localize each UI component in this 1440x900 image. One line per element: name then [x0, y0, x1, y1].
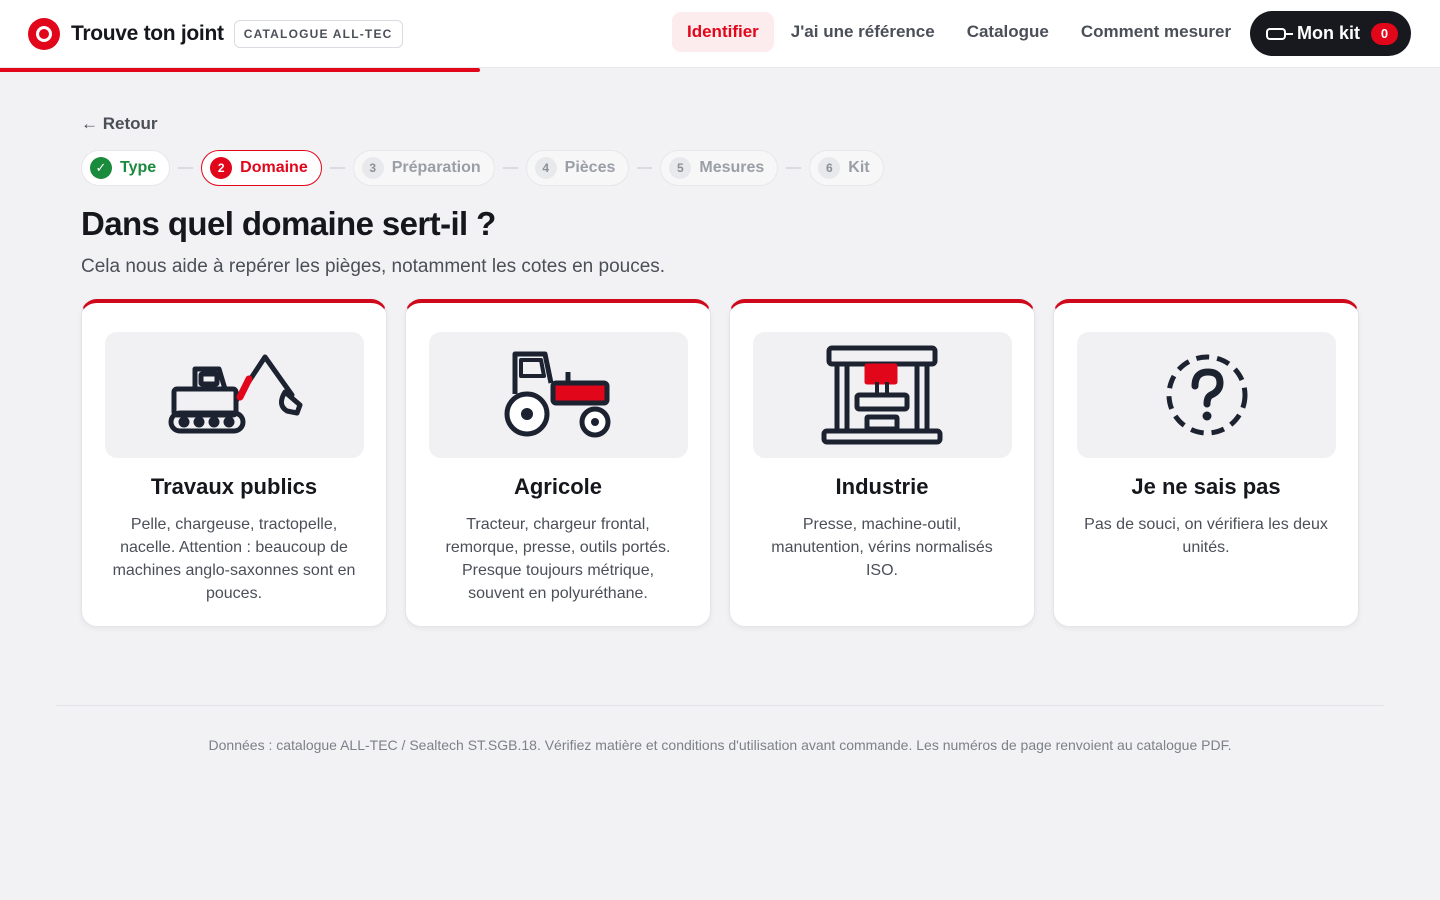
step-label: Kit	[848, 159, 870, 176]
card-industrie[interactable]: Industrie Presse, machine-outil, manuten…	[729, 299, 1035, 627]
top-bar: Trouve ton joint CATALOGUE ALL-TEC Ident…	[0, 0, 1440, 68]
card-agricole[interactable]: Agricole Tracteur, chargeur frontal, rem…	[405, 299, 711, 627]
step-preparation[interactable]: 3 Préparation	[352, 150, 495, 186]
press-icon	[821, 345, 942, 445]
card-title: Je ne sais pas	[1131, 474, 1281, 499]
footer-note: Données : catalogue ALL-TEC / Sealtech S…	[208, 737, 1232, 753]
card-title: Agricole	[513, 474, 603, 499]
step-mesures[interactable]: 5 Mesures	[660, 150, 779, 186]
step-number: 5	[669, 157, 692, 179]
nav-comment-mesurer[interactable]: Comment mesurer	[1066, 12, 1246, 52]
card-description: Pelle, chargeuse, tractopelle, nacelle. …	[112, 516, 356, 602]
question-icon	[1166, 354, 1247, 436]
excavator-icon	[168, 354, 302, 434]
card-description: Presse, machine-outil, manutention, véri…	[771, 516, 993, 579]
card-description: Tracteur, chargeur frontal, remorque, pr…	[445, 516, 671, 602]
step-label: Préparation	[391, 159, 481, 176]
brand[interactable]: Trouve ton joint CATALOGUE ALL-TEC	[28, 17, 403, 51]
seal-logo-icon	[28, 18, 60, 50]
step-label: Mesures	[699, 159, 765, 176]
card-description: Pas de souci, on vérifiera les deux unit…	[1084, 516, 1328, 556]
step-separator	[502, 167, 518, 169]
card-figure	[753, 332, 1012, 458]
tractor-icon	[504, 351, 610, 438]
page-subtitle: Cela nous aide à repérer les pièges, not…	[81, 256, 666, 277]
step-type[interactable]: ✓ Type	[81, 150, 171, 186]
wizard-progress-bar	[0, 68, 480, 72]
step-label: Pièces	[564, 159, 616, 176]
step-label: Domaine	[240, 159, 308, 176]
nav-reference[interactable]: J'ai une référence	[776, 12, 950, 52]
domain-cards: Travaux publics Pelle, chargeuse, tracto…	[81, 299, 1377, 627]
seal-icon	[1266, 27, 1293, 40]
brand-title: Trouve ton joint	[71, 22, 224, 45]
card-je-ne-sais-pas[interactable]: Je ne sais pas Pas de souci, on vérifier…	[1053, 299, 1359, 627]
check-icon: ✓	[90, 157, 112, 179]
mon-kit-button[interactable]: Mon kit 0	[1250, 11, 1411, 56]
card-figure	[105, 332, 364, 458]
kit-count-badge: 0	[1371, 22, 1398, 45]
footer-divider	[56, 705, 1384, 706]
step-number: 2	[210, 157, 233, 179]
step-separator	[786, 167, 802, 169]
page-title: Dans quel domaine sert-il ?	[81, 205, 496, 242]
catalogue-badge: CATALOGUE ALL-TEC	[233, 20, 403, 48]
card-title: Industrie	[835, 474, 929, 499]
mon-kit-label: Mon kit	[1297, 23, 1360, 43]
step-kit[interactable]: 6 Kit	[809, 150, 884, 186]
step-pieces[interactable]: 4 Pièces	[525, 150, 630, 186]
step-separator	[329, 167, 345, 169]
step-label: Type	[120, 159, 157, 176]
nav-catalogue[interactable]: Catalogue	[952, 12, 1064, 52]
card-travaux-publics[interactable]: Travaux publics Pelle, chargeuse, tracto…	[81, 299, 387, 627]
card-figure	[429, 332, 688, 458]
wizard-steps: ✓ Type 2 Domaine 3 Préparation 4 Pièces …	[81, 150, 884, 186]
card-figure	[1077, 332, 1336, 458]
back-link[interactable]: ← Retour	[81, 114, 158, 134]
step-separator	[637, 167, 653, 169]
step-separator	[178, 167, 194, 169]
step-domaine[interactable]: 2 Domaine	[201, 150, 322, 186]
step-number: 3	[361, 157, 384, 179]
nav-identifier[interactable]: Identifier	[672, 12, 774, 52]
step-number: 6	[818, 157, 841, 179]
main-nav: Identifier J'ai une référence Catalogue …	[672, 12, 1248, 52]
card-title: Travaux publics	[150, 474, 318, 499]
step-number: 4	[534, 157, 557, 179]
